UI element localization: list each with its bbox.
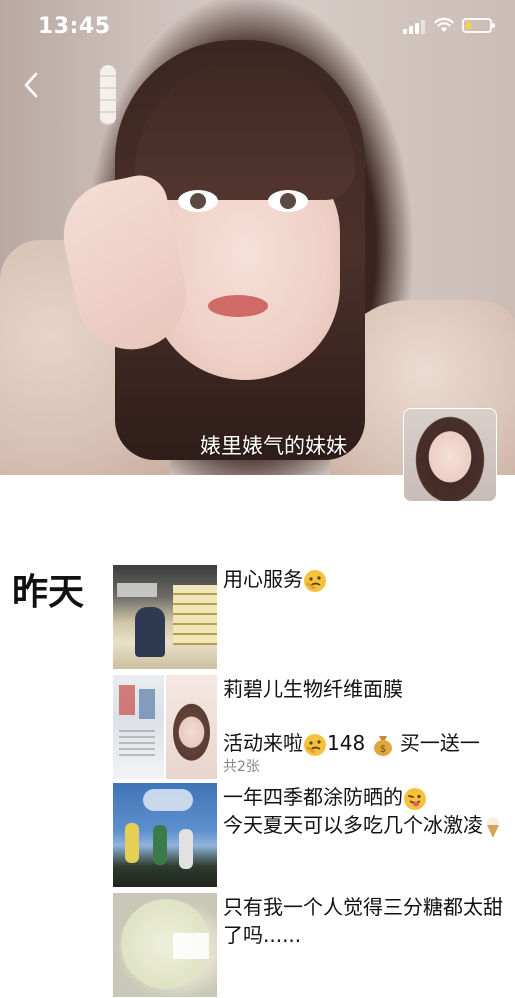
profile-avatar[interactable] bbox=[403, 408, 497, 502]
post-thumbnail[interactable] bbox=[113, 783, 217, 887]
post-text: 只有我一个人觉得三分糖都太甜了吗...... bbox=[223, 895, 503, 947]
money-bag-icon: $ bbox=[373, 735, 392, 756]
ice-cream bbox=[153, 825, 167, 865]
label bbox=[173, 933, 209, 959]
back-chevron-icon[interactable] bbox=[18, 70, 48, 100]
thinking-face-icon bbox=[304, 733, 326, 756]
signal-icon bbox=[403, 20, 427, 34]
post-thumbnail[interactable] bbox=[113, 893, 217, 997]
post-text: 一年四季都涂防晒的 今天夏天可以多吃几个冰激凌 bbox=[223, 783, 507, 839]
post-text: 用心服务 bbox=[223, 565, 507, 593]
cover-lips bbox=[208, 295, 268, 317]
ice-cream bbox=[125, 823, 139, 863]
wifi-icon bbox=[434, 17, 454, 32]
cover-photo[interactable] bbox=[0, 0, 515, 475]
svg-text:$: $ bbox=[379, 744, 385, 755]
ice-cream-cone-icon bbox=[487, 816, 499, 838]
post-thumbnail[interactable] bbox=[113, 675, 217, 779]
status-time: 13:45 bbox=[38, 14, 111, 39]
cover-eye-left bbox=[178, 190, 218, 212]
image-count: 共2张 bbox=[223, 759, 260, 775]
post-thumbnail[interactable] bbox=[113, 565, 217, 669]
cloud bbox=[143, 789, 193, 811]
winking-tongue-face-icon bbox=[404, 787, 426, 810]
moment-post[interactable]: 用心服务 bbox=[113, 565, 513, 669]
moment-post[interactable]: 只有我一个人觉得三分糖都太甜了吗...... bbox=[113, 893, 513, 997]
post-image-1 bbox=[113, 675, 164, 779]
shelf bbox=[173, 585, 217, 645]
store-sign bbox=[117, 583, 157, 597]
person bbox=[135, 607, 165, 657]
profile-nickname: 婊里婊气的妹妹 bbox=[200, 434, 347, 458]
status-bar: 13:45 bbox=[0, 0, 515, 52]
cover-hair-clip bbox=[100, 65, 116, 125]
moment-post[interactable]: 莉碧儿生物纤维面膜 活动来啦 148 $ 买一送一 共2张 bbox=[113, 675, 513, 779]
post-text: 莉碧儿生物纤维面膜 活动来啦 148 $ 买一送一 共2张 bbox=[223, 675, 507, 776]
cover-eye-right bbox=[268, 190, 308, 212]
moment-post[interactable]: 一年四季都涂防晒的 今天夏天可以多吃几个冰激凌 bbox=[113, 783, 513, 887]
battery-icon bbox=[462, 18, 495, 33]
post-image-2 bbox=[166, 675, 217, 779]
date-label: 昨天 bbox=[12, 572, 85, 613]
ice-cream bbox=[179, 829, 193, 869]
thinking-face-icon bbox=[304, 569, 326, 592]
